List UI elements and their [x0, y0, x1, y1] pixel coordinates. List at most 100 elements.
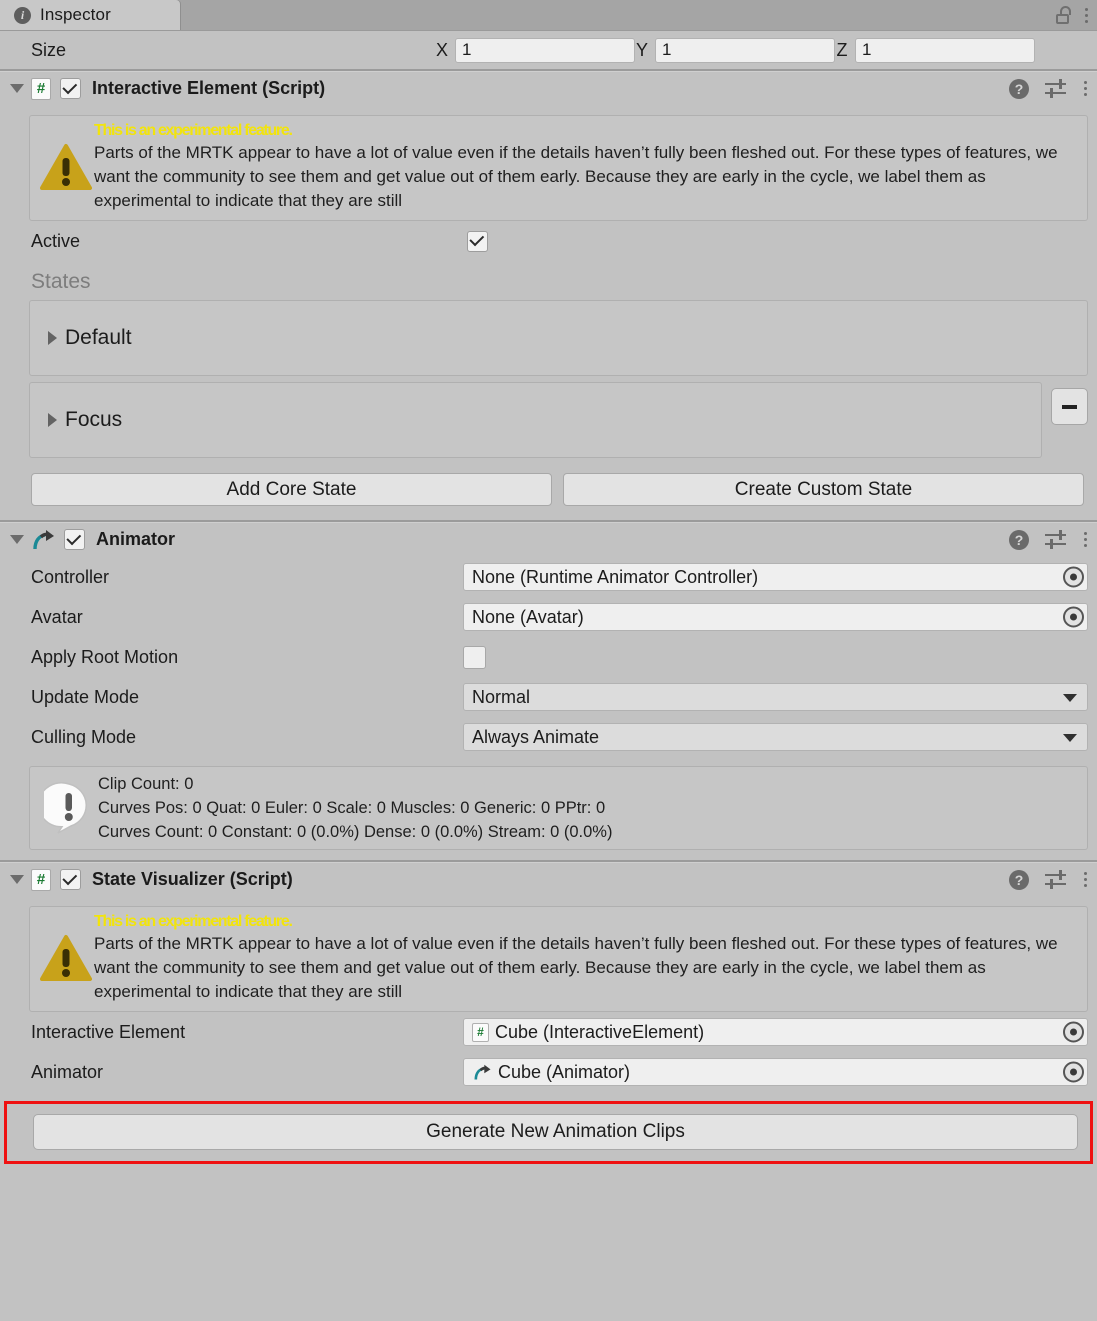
states-header: States	[31, 270, 91, 293]
preset-sliders-icon[interactable]	[1045, 870, 1066, 889]
size-row: Size X 1 Y 1 Z 1	[0, 31, 1097, 69]
kebab-menu-icon[interactable]	[1082, 870, 1089, 889]
animator-stats-text: Clip Count: 0 Curves Pos: 0 Quat: 0 Eule…	[98, 772, 612, 844]
size-input-x[interactable]: 1	[455, 37, 635, 63]
foldout-arrow-icon[interactable]	[10, 875, 24, 884]
stats-line-3: Curves Count: 0 Constant: 0 (0.0%) Dense…	[98, 823, 613, 841]
state-foldout-default[interactable]: Default	[29, 300, 1088, 376]
culling-mode-value: Always Animate	[472, 726, 600, 747]
add-core-state-button[interactable]: Add Core State	[31, 473, 552, 506]
animator-ref-value: Cube (Animator)	[498, 1061, 631, 1082]
info-circle-icon: i	[14, 6, 31, 24]
axis-letter-x: X	[435, 39, 448, 60]
state-visualizer-body: This is an experimental feature. Parts o…	[0, 906, 1097, 1164]
interactive-element-value: Cube (InteractiveElement)	[495, 1021, 705, 1042]
animator-arrow-icon	[472, 1063, 492, 1081]
chevron-right-icon	[48, 331, 57, 345]
size-label: Size	[31, 39, 67, 60]
component-header-animator[interactable]: Animator ?	[0, 521, 1097, 557]
component-title: State Visualizer (Script)	[92, 869, 293, 889]
tabbar-actions	[1055, 0, 1097, 30]
object-picker-icon[interactable]	[1063, 1061, 1084, 1083]
experimental-warning-box: This is an experimental feature. Parts o…	[29, 906, 1088, 1012]
avatar-object-field[interactable]: None (Avatar)	[463, 603, 1088, 631]
field-row-animator-ref: Animator Cube (Animator)	[0, 1052, 1097, 1092]
field-label: Controller	[31, 566, 110, 587]
size-axis-z: Z 1	[835, 37, 1035, 63]
preset-sliders-icon[interactable]	[1045, 79, 1066, 98]
warning-triangle-icon	[38, 934, 94, 982]
warning-triangle-icon	[38, 143, 94, 191]
stats-line-1: Clip Count: 0	[98, 775, 194, 793]
size-input-z[interactable]: 1	[855, 37, 1035, 63]
active-checkbox[interactable]	[467, 230, 488, 252]
field-row-update-mode: Update Mode Normal	[0, 677, 1097, 717]
state-buttons-row: Add Core State Create Custom State	[0, 458, 1097, 520]
animator-enabled-checkbox[interactable]	[64, 529, 85, 550]
object-picker-icon[interactable]	[1063, 1021, 1084, 1043]
foldout-arrow-icon[interactable]	[10, 84, 24, 93]
preset-sliders-icon[interactable]	[1045, 530, 1066, 549]
field-label: Interactive Element	[31, 1021, 186, 1042]
generate-new-animation-clips-button[interactable]: Generate New Animation Clips	[33, 1114, 1078, 1150]
interactive-element-enabled-checkbox[interactable]	[60, 78, 81, 99]
kebab-menu-icon[interactable]	[1082, 530, 1089, 549]
object-picker-icon[interactable]	[1063, 566, 1084, 588]
field-row-avatar: Avatar None (Avatar)	[0, 597, 1097, 637]
help-icon[interactable]: ?	[1009, 869, 1029, 890]
component-header-actions: ?	[1009, 869, 1089, 890]
chevron-down-icon	[1063, 734, 1077, 742]
animator-arrow-icon	[31, 529, 55, 551]
unlocked-padlock-icon[interactable]	[1055, 6, 1071, 24]
size-input-y[interactable]: 1	[655, 37, 835, 63]
component-title: Interactive Element (Script)	[92, 78, 326, 98]
animator-stats-box: Clip Count: 0 Curves Pos: 0 Quat: 0 Eule…	[29, 766, 1088, 850]
foldout-arrow-icon[interactable]	[10, 535, 24, 544]
state-row-focus: Focus	[0, 382, 1097, 458]
update-mode-dropdown[interactable]: Normal	[463, 683, 1088, 711]
active-row: Active	[0, 221, 1097, 261]
inspector-tabbar: i Inspector	[0, 0, 1097, 31]
component-header-actions: ?	[1009, 529, 1089, 550]
interactive-element-object-field[interactable]: # Cube (InteractiveElement)	[463, 1018, 1088, 1046]
remove-state-button[interactable]	[1051, 388, 1088, 425]
avatar-value: None (Avatar)	[472, 606, 584, 627]
state-name: Default	[65, 326, 132, 349]
warning-text: This is an experimental feature. Parts o…	[94, 913, 1077, 1004]
state-name: Focus	[65, 408, 123, 431]
warning-body: Parts of the MRTK appear to have a lot o…	[94, 142, 1058, 210]
component-header-actions: ?	[1009, 78, 1089, 99]
size-axis-x: X 1	[435, 37, 635, 63]
apply-root-motion-checkbox[interactable]	[463, 645, 486, 669]
size-axis-y: Y 1	[635, 37, 835, 63]
axis-letter-z: Z	[836, 39, 848, 60]
component-title: Animator	[96, 529, 176, 549]
tab-inspector[interactable]: i Inspector	[0, 0, 180, 30]
state-visualizer-enabled-checkbox[interactable]	[60, 869, 81, 890]
component-header-interactive-element[interactable]: # Interactive Element (Script) ?	[0, 70, 1097, 106]
field-row-controller: Controller None (Runtime Animator Contro…	[0, 557, 1097, 597]
help-icon[interactable]: ?	[1009, 529, 1029, 550]
create-custom-state-button[interactable]: Create Custom State	[563, 473, 1084, 506]
field-row-culling-mode: Culling Mode Always Animate	[0, 717, 1097, 757]
controller-object-field[interactable]: None (Runtime Animator Controller)	[463, 563, 1088, 591]
kebab-menu-icon[interactable]	[1082, 79, 1089, 98]
update-mode-value: Normal	[472, 686, 531, 707]
kebab-menu-icon[interactable]	[1083, 6, 1090, 25]
animator-object-field[interactable]: Cube (Animator)	[463, 1058, 1088, 1086]
script-icon: #	[472, 1022, 489, 1042]
culling-mode-dropdown[interactable]: Always Animate	[463, 723, 1088, 751]
controller-value: None (Runtime Animator Controller)	[472, 566, 759, 587]
field-label: Apply Root Motion	[31, 646, 179, 667]
state-foldout-focus[interactable]: Focus	[29, 382, 1042, 458]
warning-title: This is an experimental feature.	[94, 912, 293, 930]
script-icon: #	[31, 868, 51, 891]
chevron-down-icon	[1063, 694, 1077, 702]
field-label: Update Mode	[31, 686, 140, 707]
stats-line-2: Curves Pos: 0 Quat: 0 Euler: 0 Scale: 0 …	[98, 799, 606, 817]
active-label: Active	[31, 230, 81, 251]
field-label: Animator	[31, 1061, 104, 1082]
object-picker-icon[interactable]	[1063, 606, 1084, 628]
component-header-state-visualizer[interactable]: # State Visualizer (Script) ?	[0, 861, 1097, 897]
help-icon[interactable]: ?	[1009, 78, 1029, 99]
